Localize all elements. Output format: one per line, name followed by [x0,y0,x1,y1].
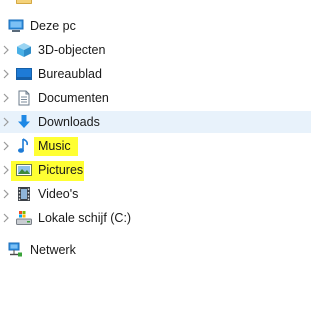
chevron-right-icon[interactable] [1,39,11,61]
music-icon [16,138,32,154]
tree-item-label: 3D-objecten [38,43,106,57]
tree-item-label: Video's [38,187,79,201]
tree-item-local-disk[interactable]: Lokale schijf (C:) [0,207,311,229]
tree-item-desktop[interactable]: Bureaublad [0,63,311,85]
computer-icon [8,18,24,34]
tree-item-label: Documenten [38,91,109,105]
chevron-right-icon[interactable] [1,159,11,181]
tree-item-label: Pictures [38,163,84,177]
videos-icon [16,186,32,202]
desktop-icon [16,66,32,82]
tree-item-this-pc[interactable]: Deze pc [0,15,311,37]
downloads-icon [16,114,32,130]
tree-item-documents[interactable]: Documenten [0,87,311,109]
folder-icon-partial [16,0,32,4]
documents-icon [16,90,32,106]
pictures-icon [16,162,32,178]
chevron-right-icon[interactable] [1,183,11,205]
tree-item-videos[interactable]: Video's [0,183,311,205]
tree-item-label: Bureaublad [38,67,102,81]
tree-item-downloads[interactable]: Downloads [0,111,311,133]
tree-item-label: Lokale schijf (C:) [38,211,132,225]
local-disk-icon [16,210,32,226]
tree-item-label: Downloads [38,115,100,129]
tree-item-network[interactable]: Netwerk [0,239,311,261]
tree-item-music[interactable]: Music [0,135,311,157]
tree-item-3d-objects[interactable]: 3D-objecten [0,39,311,61]
3d-objects-icon [16,42,32,58]
chevron-right-icon[interactable] [1,87,11,109]
network-icon [8,242,24,258]
chevron-right-icon[interactable] [1,63,11,85]
tree-item-label: Netwerk [30,243,76,257]
tree-item-pictures[interactable]: Pictures [0,159,311,181]
tree-item-label: Deze pc [30,19,76,33]
tree-item-label: Music [38,139,71,153]
chevron-right-icon[interactable] [1,207,11,229]
chevron-right-icon[interactable] [1,111,11,133]
chevron-right-icon[interactable] [1,135,11,157]
